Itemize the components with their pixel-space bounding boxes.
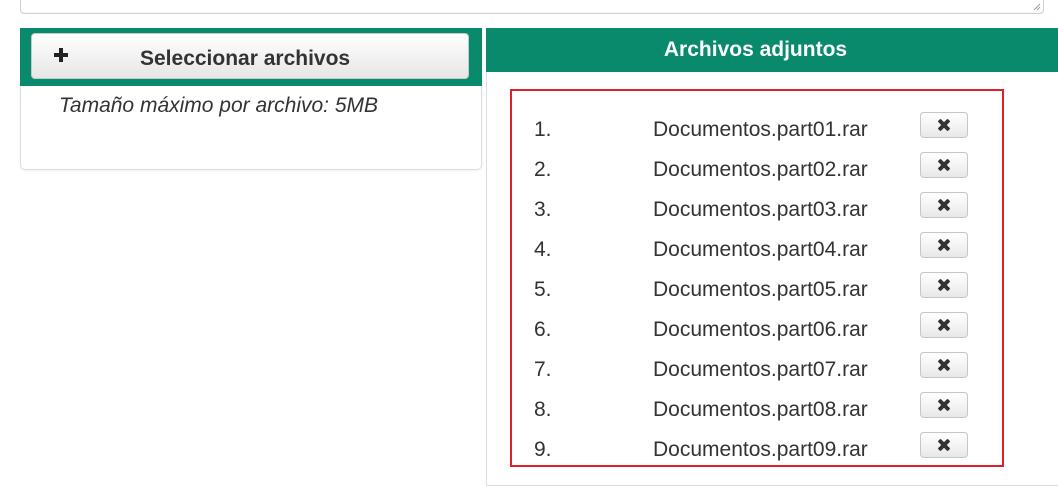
attachment-filename: Documentos.part07.rar xyxy=(653,358,868,381)
attachments-panel-header: Archivos adjuntos xyxy=(486,28,1058,72)
attachment-item: 9. Documentos.part09.rar xyxy=(512,426,1002,466)
attachments-title: Archivos adjuntos xyxy=(663,38,848,61)
select-files-button[interactable]: Seleccionar archivos xyxy=(31,33,469,79)
times-icon xyxy=(938,119,950,131)
attachment-item: 6. Documentos.part06.rar xyxy=(512,306,1002,346)
attachment-item: 2. Documentos.part02.rar xyxy=(512,146,1002,186)
attachment-number: 7. xyxy=(534,358,552,381)
remove-attachment-button[interactable] xyxy=(920,392,968,418)
times-icon xyxy=(938,319,950,331)
attachment-number: 4. xyxy=(534,238,552,261)
attachment-item: 8. Documentos.part08.rar xyxy=(512,386,1002,426)
times-icon xyxy=(938,159,950,171)
plus-icon xyxy=(54,48,68,62)
remove-attachment-button[interactable] xyxy=(920,192,968,218)
attachments-list: 1. Documentos.part01.rar 2. Documentos.p… xyxy=(510,89,1004,467)
attachment-number: 9. xyxy=(534,438,552,461)
resize-grip-icon[interactable] xyxy=(1033,3,1041,11)
remove-attachment-button[interactable] xyxy=(920,112,968,138)
times-icon xyxy=(938,239,950,251)
attachment-filename: Documentos.part04.rar xyxy=(653,238,868,261)
attachment-filename: Documentos.part05.rar xyxy=(653,278,868,301)
attachment-number: 5. xyxy=(534,278,552,301)
remove-attachment-button[interactable] xyxy=(920,432,968,458)
attachment-filename: Documentos.part09.rar xyxy=(653,438,868,461)
remove-attachment-button[interactable] xyxy=(920,352,968,378)
attachment-filename: Documentos.part03.rar xyxy=(653,198,868,221)
description-textarea[interactable] xyxy=(20,0,1044,14)
attachment-number: 3. xyxy=(534,198,552,221)
attachment-number: 1. xyxy=(534,118,552,141)
remove-attachment-button[interactable] xyxy=(920,152,968,178)
attachment-filename: Documentos.part02.rar xyxy=(653,158,868,181)
attachment-item: 7. Documentos.part07.rar xyxy=(512,346,1002,386)
select-files-label: Seleccionar archivos xyxy=(140,47,351,70)
times-icon xyxy=(938,399,950,411)
upload-panel-header: Seleccionar archivos xyxy=(20,28,482,86)
attachment-number: 8. xyxy=(534,398,552,421)
max-file-size-note: Tamaño máximo por archivo: 5MB xyxy=(59,94,379,117)
attachment-number: 6. xyxy=(534,318,552,341)
attachment-item: 3. Documentos.part03.rar xyxy=(512,186,1002,226)
attachment-filename: Documentos.part08.rar xyxy=(653,398,868,421)
upload-panel: Seleccionar archivos Tamaño máximo por a… xyxy=(20,28,482,170)
attachment-filename: Documentos.part06.rar xyxy=(653,318,868,341)
remove-attachment-button[interactable] xyxy=(920,312,968,338)
attachment-item: 1. Documentos.part01.rar xyxy=(512,106,1002,146)
attachment-number: 2. xyxy=(534,158,552,181)
attachments-panel: Archivos adjuntos 1. Documentos.part01.r… xyxy=(486,28,1058,486)
times-icon xyxy=(938,359,950,371)
attachment-filename: Documentos.part01.rar xyxy=(653,118,868,141)
remove-attachment-button[interactable] xyxy=(920,232,968,258)
times-icon xyxy=(938,199,950,211)
remove-attachment-button[interactable] xyxy=(920,272,968,298)
times-icon xyxy=(938,439,950,451)
times-icon xyxy=(938,279,950,291)
attachment-item: 5. Documentos.part05.rar xyxy=(512,266,1002,306)
attachment-item: 4. Documentos.part04.rar xyxy=(512,226,1002,266)
